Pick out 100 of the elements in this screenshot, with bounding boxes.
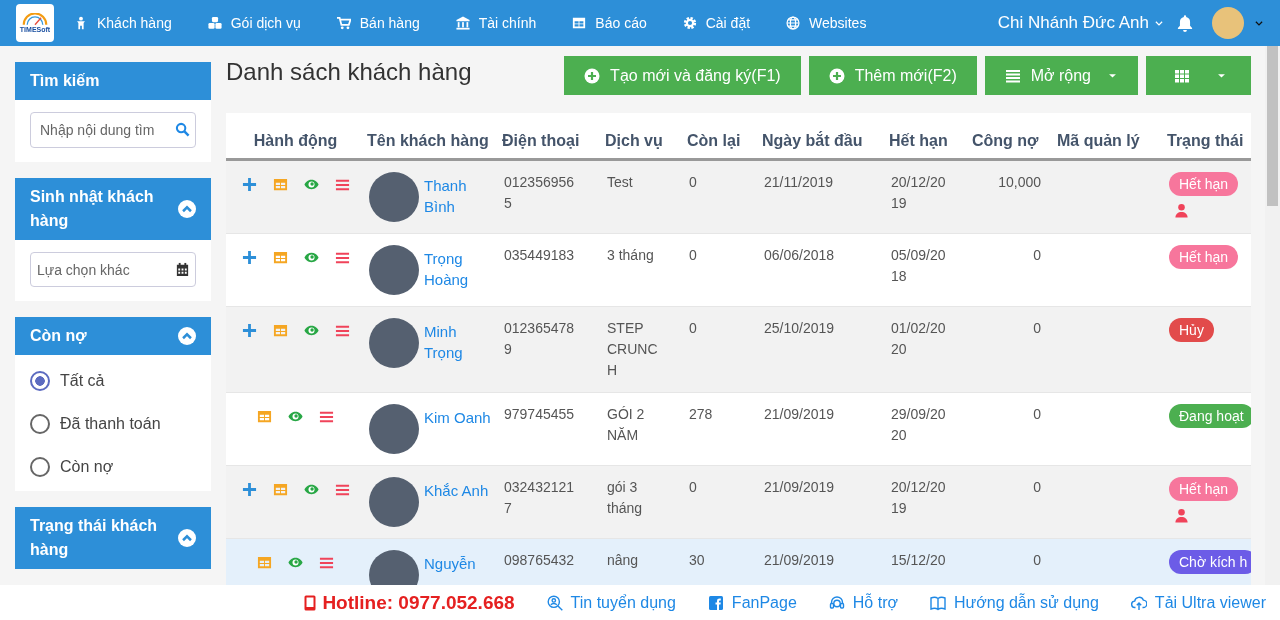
table-cell: 25/10/2019 <box>764 320 835 336</box>
table-cell-text: 3 tháng <box>607 246 655 265</box>
table-icon <box>572 16 587 30</box>
table-cell: 0 <box>689 174 697 190</box>
plus-icon[interactable] <box>241 482 257 497</box>
footer-link[interactable]: FanPage <box>707 593 797 612</box>
menu-icon[interactable] <box>319 555 334 570</box>
customer-link[interactable]: Khắc Anh <box>424 480 496 527</box>
nav-link[interactable]: Cài đặt <box>682 15 751 31</box>
nav-link[interactable]: Khách hàng <box>74 15 172 31</box>
scrollbar-thumb[interactable] <box>1267 46 1278 206</box>
table-icon[interactable] <box>257 409 272 424</box>
radio-button[interactable] <box>30 370 50 391</box>
table-icon[interactable] <box>257 555 272 570</box>
plus-circle-icon <box>828 67 845 84</box>
eye-icon[interactable] <box>303 250 319 265</box>
radio-button[interactable] <box>30 456 50 477</box>
footer-link[interactable]: Tin tuyển dụng <box>546 593 676 612</box>
photo-placeholder <box>369 404 419 454</box>
photo-placeholder <box>369 245 419 295</box>
scrollbar[interactable] <box>1265 46 1280 585</box>
status-badge: Hủy <box>1169 318 1214 342</box>
branch-dropdown[interactable]: Chi Nhánh Đức Anh <box>997 13 1164 33</box>
status-badge: Hết hạn <box>1169 172 1239 196</box>
table-icon[interactable] <box>272 177 288 192</box>
hotline-link[interactable]: Hotline: 0977.052.668 <box>302 591 515 614</box>
plus-icon[interactable] <box>241 177 257 192</box>
add-button[interactable]: Thêm mới(F2) <box>808 56 977 95</box>
customer-link[interactable]: Thanh Bình <box>424 175 496 222</box>
nav-link[interactable]: Báo cáo <box>572 15 647 31</box>
nav-link[interactable]: Bán hàng <box>336 15 420 31</box>
plus-icon[interactable] <box>241 323 257 338</box>
collapse-icon[interactable] <box>178 327 196 345</box>
eye-icon[interactable] <box>303 177 319 192</box>
footer-link[interactable]: Tải Ultra viewer <box>1130 593 1266 612</box>
table-row[interactable]: Kim Oanh 979745455 GÓI 2 NĂM 278 21/09/2019 29/09/2020 0 Đang hoạt <box>226 392 1251 466</box>
avatar[interactable] <box>1212 7 1244 39</box>
plus-icon[interactable] <box>241 250 257 265</box>
calendar-icon[interactable] <box>175 262 190 277</box>
book-icon <box>929 594 946 611</box>
view-toggle-button[interactable] <box>1146 56 1251 95</box>
table-cell-text: 0123654789 <box>504 319 576 359</box>
table-cell: 21/09/2019 <box>764 479 835 495</box>
radio-label[interactable]: Còn nợ <box>60 457 114 476</box>
section-header[interactable]: Sinh nhật khách hàng <box>15 178 211 240</box>
table-icon[interactable] <box>272 482 288 497</box>
collapse-icon[interactable] <box>178 529 196 547</box>
table-cell-text: GÓI 2 NĂM <box>607 405 646 445</box>
list-icon <box>1004 67 1021 84</box>
person-icon <box>74 16 88 30</box>
table-row[interactable]: Trọng Hoàng 035449183 3 tháng 0 06/06/2018 05/09/2018 0 Hết hạn <box>226 233 1251 307</box>
chevron-down-icon[interactable] <box>1254 18 1264 28</box>
eye-icon[interactable] <box>303 482 319 497</box>
table-cell: 0 <box>1033 320 1041 336</box>
eye-icon[interactable] <box>288 409 303 424</box>
table-icon[interactable] <box>272 250 288 265</box>
facebook-icon <box>707 594 724 611</box>
photo-placeholder <box>369 477 419 527</box>
table-row[interactable]: Minh Trọng 0123654789 STEP CRUNCH 0 25/10/2019 01/02/2020 0 Hủy <box>226 306 1251 393</box>
section-header[interactable]: Trạng thái khách hàng <box>15 507 211 569</box>
eye-icon[interactable] <box>303 323 319 338</box>
customer-link[interactable]: Kim Oanh <box>424 407 496 454</box>
search-field[interactable]: Nhập nội dung tìm <box>30 112 196 148</box>
status-badge: Hết hạn <box>1169 245 1239 269</box>
radio-label[interactable]: Đã thanh toán <box>60 414 161 433</box>
customer-link[interactable]: Trọng Hoàng <box>424 248 496 295</box>
nav-link[interactable]: Tài chính <box>455 15 537 31</box>
radio-button[interactable] <box>30 413 50 434</box>
table-cell-text: 035449183 <box>504 246 576 265</box>
menu-icon[interactable] <box>319 409 334 424</box>
menu-icon[interactable] <box>334 482 350 497</box>
radio-label[interactable]: Tất cả <box>60 371 105 390</box>
nav-link[interactable]: Gói dịch vụ <box>207 15 301 31</box>
date-field[interactable]: Lựa chọn khác <box>30 252 196 287</box>
table-cell-text: nâng <box>607 551 640 570</box>
menu-icon[interactable] <box>334 323 350 338</box>
customer-link[interactable]: Nguyễn <box>424 553 496 585</box>
table-cell-text: 05/09/2018 <box>891 246 947 286</box>
table-row[interactable]: Khắc Anh 0324321217 gói 3 tháng 0 21/09/2019 20/12/2019 0 Hết hạn <box>226 465 1251 539</box>
nav-link[interactable]: Websites <box>786 15 867 31</box>
notification-bell-icon[interactable] <box>1176 14 1194 32</box>
collapse-icon[interactable] <box>178 200 196 218</box>
menu-icon[interactable] <box>334 250 350 265</box>
section-header[interactable]: Tìm kiếm <box>15 62 211 100</box>
footer-link[interactable]: Hỗ trợ <box>828 593 898 612</box>
table-cell: 278 <box>689 406 713 422</box>
search-icon[interactable] <box>175 122 190 137</box>
table-cell: 0 <box>1033 247 1041 263</box>
table-cell: 0 <box>689 247 697 263</box>
bank-icon <box>455 16 470 30</box>
dropdown-button[interactable]: Mở rộng <box>984 56 1138 95</box>
section-header[interactable]: Còn nợ <box>15 317 211 355</box>
menu-icon[interactable] <box>334 177 350 192</box>
photo-placeholder <box>369 318 419 368</box>
footer-link[interactable]: Hướng dẫn sử dụng <box>929 593 1099 612</box>
customer-link[interactable]: Minh Trọng <box>424 321 496 368</box>
add-button[interactable]: Tạo mới và đăng ký(F1) <box>564 56 801 95</box>
eye-icon[interactable] <box>288 555 303 570</box>
table-row[interactable]: Thanh Bình 0123569565 Test 0 21/11/2019 20/12/2019 10,000 Hết hạn <box>226 159 1251 234</box>
table-icon[interactable] <box>272 323 288 338</box>
